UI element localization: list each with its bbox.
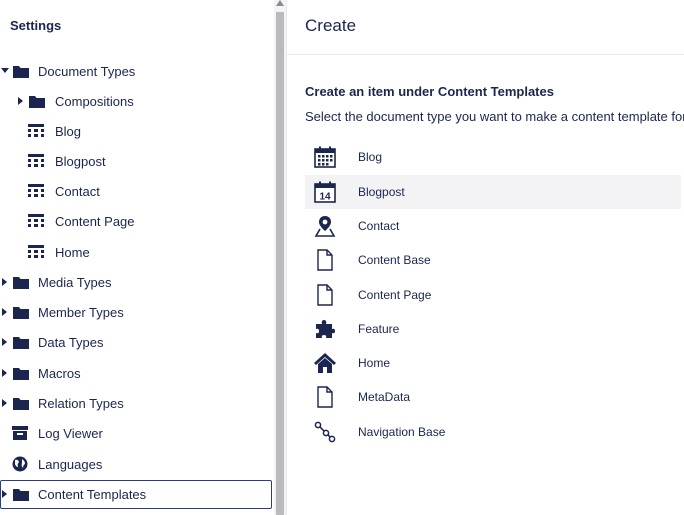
type-option-content-base[interactable]: Content Base <box>305 243 681 277</box>
caret-right-icon[interactable] <box>2 490 7 498</box>
type-option-blogpost[interactable]: 14 Blogpost <box>305 175 681 209</box>
type-option-label: Navigation Base <box>358 425 446 439</box>
tree-title: Settings <box>10 18 62 33</box>
tree-item-label: Document Types <box>38 63 136 79</box>
type-option-label: Blogpost <box>358 185 405 199</box>
caret-right-icon[interactable] <box>2 399 7 407</box>
folder-icon <box>13 307 29 319</box>
panel-description: Select the document type you want to mak… <box>305 109 684 124</box>
folder-icon <box>13 368 29 380</box>
tree-item-content-templates[interactable]: Content Templates <box>0 480 272 509</box>
tree-item-compositions[interactable]: Compositions <box>0 87 272 115</box>
caret-right-icon[interactable] <box>2 338 7 346</box>
tree-item-label: Content Templates <box>38 487 147 502</box>
folder-icon <box>13 337 29 349</box>
scroll-thumb[interactable] <box>276 12 284 515</box>
tree-item-label: Blog <box>55 123 82 139</box>
globe-icon <box>12 456 28 472</box>
panel-title: Create <box>305 16 357 35</box>
calendar-day-text: 14 <box>319 192 331 203</box>
tree-item-label: Languages <box>38 456 103 472</box>
panel-heading: Create an item under Content Templates <box>305 84 554 99</box>
tree-item-label: Log Viewer <box>38 425 103 441</box>
folder-icon <box>13 398 29 410</box>
folder-icon <box>13 66 29 78</box>
type-option-feature[interactable]: Feature <box>305 312 681 346</box>
tree-item-label: Member Types <box>38 304 124 320</box>
tree-item-label: Media Types <box>38 274 112 290</box>
tree-item-macros[interactable]: Macros <box>0 359 272 387</box>
tree-item-blog[interactable]: Blog <box>0 117 272 145</box>
tree-item-languages[interactable]: Languages <box>0 450 272 478</box>
caret-right-icon[interactable] <box>18 97 23 105</box>
type-option-label: MetaData <box>358 390 411 404</box>
document-icon <box>313 284 337 306</box>
type-option-label: Content Page <box>358 288 432 302</box>
type-option-label: Blog <box>358 150 383 164</box>
tree-item-label: Contact <box>55 183 100 199</box>
calendar-14-icon: 14 <box>313 181 337 203</box>
tree-scrollbar[interactable] <box>274 0 286 515</box>
tree-item-media-types[interactable]: Media Types <box>0 268 272 296</box>
caret-right-icon[interactable] <box>2 369 7 377</box>
create-panel: Create Create an item under Content Temp… <box>286 0 684 515</box>
type-option-navigation-base[interactable]: Navigation Base <box>305 415 681 449</box>
caret-right-icon[interactable] <box>2 308 7 316</box>
document-type-icon <box>28 154 44 167</box>
document-type-icon <box>28 245 44 258</box>
tree-item-data-types[interactable]: Data Types <box>0 328 272 356</box>
type-option-label: Contact <box>358 219 400 233</box>
type-option-metadata[interactable]: MetaData <box>305 380 681 414</box>
tree-item-label: Home <box>55 244 90 260</box>
tree-item-label: Data Types <box>38 334 104 350</box>
tree-item-member-types[interactable]: Member Types <box>0 298 272 326</box>
type-option-blog[interactable]: Blog <box>305 140 681 174</box>
tree-item-contact[interactable]: Contact <box>0 177 272 205</box>
folder-icon <box>13 277 29 289</box>
type-option-label: Feature <box>358 322 400 336</box>
document-type-icon <box>28 124 44 137</box>
folder-icon <box>29 96 45 108</box>
document-icon <box>313 249 337 271</box>
type-option-home[interactable]: Home <box>305 346 681 380</box>
tree-item-home[interactable]: Home <box>0 238 272 266</box>
tree-item-blogpost[interactable]: Blogpost <box>0 147 272 175</box>
type-option-label: Content Base <box>358 253 431 267</box>
nodes-icon <box>313 421 337 443</box>
settings-tree: Settings Document Types Compositions Blo… <box>0 0 274 515</box>
tree-item-relation-types[interactable]: Relation Types <box>0 389 272 417</box>
tree-item-label: Content Page <box>55 213 135 229</box>
document-type-icon <box>28 214 44 227</box>
type-option-label: Home <box>358 356 391 370</box>
calendar-icon <box>313 146 337 168</box>
tree-item-content-page[interactable]: Content Page <box>0 207 272 235</box>
document-type-icon <box>28 184 44 197</box>
tree-item-label: Relation Types <box>38 395 124 411</box>
box-icon <box>12 426 28 440</box>
tree-item-label: Macros <box>38 365 81 381</box>
document-icon <box>313 386 337 408</box>
caret-right-icon[interactable] <box>2 278 7 286</box>
folder-icon <box>13 489 29 501</box>
tree-item-label: Compositions <box>55 93 134 109</box>
type-option-content-page[interactable]: Content Page <box>305 278 681 312</box>
map-pin-icon <box>313 215 337 237</box>
tree-item-log-viewer[interactable]: Log Viewer <box>0 419 272 447</box>
tree-item-document-types[interactable]: Document Types <box>0 57 272 85</box>
type-option-contact[interactable]: Contact <box>305 209 681 243</box>
panel-divider <box>287 54 684 55</box>
puzzle-icon <box>313 318 337 340</box>
tree-item-label: Blogpost <box>55 153 106 169</box>
scroll-up-arrow-icon[interactable] <box>276 0 284 6</box>
home-icon <box>313 352 337 374</box>
caret-down-icon[interactable] <box>1 68 9 73</box>
